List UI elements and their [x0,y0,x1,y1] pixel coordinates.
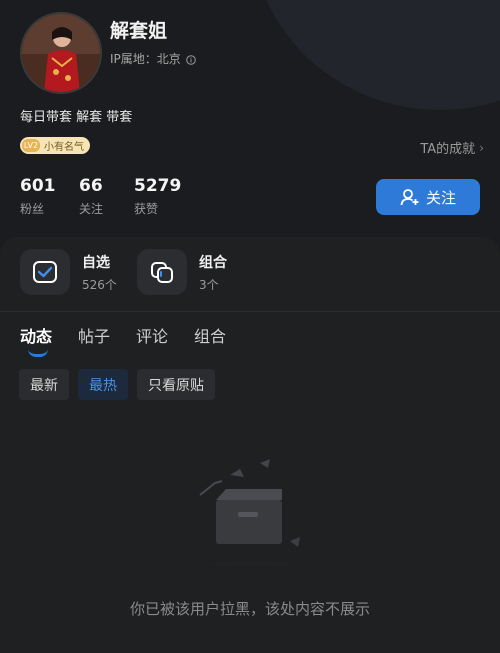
tab-feed-label: 动态 [20,327,53,346]
tab-comments-label: 评论 [136,327,169,346]
tab-posts-label: 帖子 [78,327,111,346]
achievements-link[interactable]: TA的成就 › [420,138,484,158]
tab-comments[interactable]: 评论 [136,323,168,347]
content-panel: 自选 526个 组合 3个 动态 帖子 评论 组合 最新 最热 只看原贴 [0,237,500,653]
divider [0,311,500,312]
stat-label: 关注 [79,202,104,216]
stat-likes[interactable]: 5279 获赞 [134,176,181,217]
follow-button[interactable]: 关注 [376,179,480,215]
avatar[interactable] [20,12,102,94]
badge-level: LV2 [22,139,40,152]
portfolio-icon [137,249,187,295]
stat-following[interactable]: 66 关注 [79,176,103,217]
add-user-icon [400,189,419,206]
achievements-label: TA的成就 [420,142,476,157]
watchlist-count: 526个 [82,277,117,292]
bio: 每日带套 解套 带套 [20,110,133,125]
follow-label: 关注 [425,188,456,207]
tab-posts[interactable]: 帖子 [78,323,110,347]
stat-label: 获赞 [134,202,159,216]
stat-value: 66 [79,176,103,196]
chevron-right-icon: › [479,140,484,155]
watchlist-title: 自选 [82,254,110,271]
level-badge[interactable]: LV2 小有名气 [20,137,90,154]
portfolio-title: 组合 [199,254,227,271]
ip-location: IP属地：北京 [110,50,196,67]
header-decoration [250,0,500,110]
stat-label: 粉丝 [20,202,45,216]
stat-fans[interactable]: 601 粉丝 [20,176,56,217]
portfolio-count: 3个 [199,277,219,292]
username: 解套姐 [110,20,168,42]
filter-hottest[interactable]: 最热 [78,369,128,400]
empty-box-icon [160,455,340,595]
badge-label: 小有名气 [44,142,84,153]
tab-feed[interactable]: 动态 [20,323,53,357]
watchlist-check-icon [20,249,70,295]
active-tab-indicator [28,349,48,357]
filter-original-only[interactable]: 只看原贴 [137,369,215,400]
profile-header: 解套姐 IP属地：北京 每日带套 解套 带套 LV2 小有名气 TA的成就 › … [0,0,500,250]
tab-portfolio-label: 组合 [194,327,227,346]
filter-bar: 最新 最热 只看原贴 [19,369,224,400]
watchlist-card[interactable]: 自选 526个 [20,249,117,295]
filter-latest[interactable]: 最新 [19,369,69,400]
stat-value: 5279 [134,176,182,196]
portfolio-card[interactable]: 组合 3个 [137,249,227,295]
ip-location-text: IP属地：北京 [110,52,181,66]
empty-state-message: 你已被该用户拉黑，该处内容不展示 [129,600,370,618]
tab-portfolio[interactable]: 组合 [194,323,226,347]
info-icon[interactable] [185,54,196,65]
tab-bar: 动态 帖子 评论 组合 [20,323,252,357]
stat-value: 601 [20,176,56,196]
